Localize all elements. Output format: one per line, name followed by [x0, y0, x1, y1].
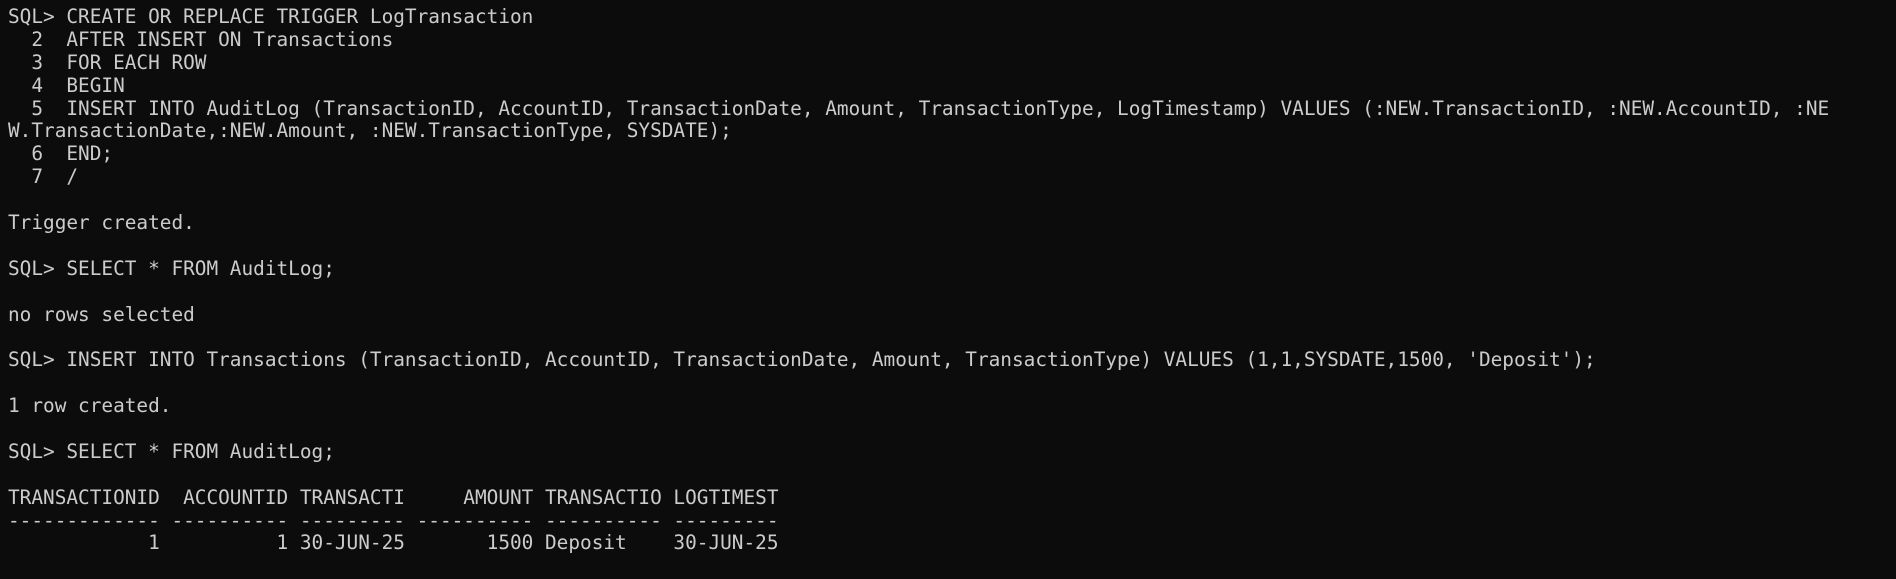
sql-output-message: 1 row created. [8, 395, 172, 418]
result-table-row: 1 1 30-JUN-25 1500 Deposit 30-JUN-25 [8, 532, 779, 555]
sql-output-message: Trigger created. [8, 212, 195, 235]
terminal-window[interactable]: SQL> CREATE OR REPLACE TRIGGER LogTransa… [0, 0, 1896, 579]
sql-command-line: SQL> INSERT INTO Transactions (Transacti… [8, 349, 1596, 372]
sql-continuation-line: 4 BEGIN [8, 74, 125, 97]
result-table-header: TRANSACTIONID ACCOUNTID TRANSACTI AMOUNT… [8, 486, 779, 509]
result-table-divider: ------------- ---------- --------- -----… [8, 509, 779, 532]
sql-command-line: SQL> CREATE OR REPLACE TRIGGER LogTransa… [8, 6, 534, 28]
sql-continuation-line: 7 / [8, 166, 79, 189]
sql-continuation-line: 3 FOR EACH ROW [8, 51, 207, 74]
sql-command-line: SQL> SELECT * FROM AuditLog; [8, 440, 335, 463]
sql-continuation-line: 6 END; [8, 143, 114, 166]
sql-continuation-line: 5 INSERT INTO AuditLog (TransactionID, A… [8, 97, 1830, 120]
sql-wrapped-line: W.TransactionDate,:NEW.Amount, :NEW.Tran… [8, 120, 732, 143]
sql-command-line: SQL> SELECT * FROM AuditLog; [8, 257, 335, 280]
sql-continuation-line: 2 AFTER INSERT ON Transactions [8, 28, 394, 51]
sql-output-message: no rows selected [8, 303, 195, 326]
